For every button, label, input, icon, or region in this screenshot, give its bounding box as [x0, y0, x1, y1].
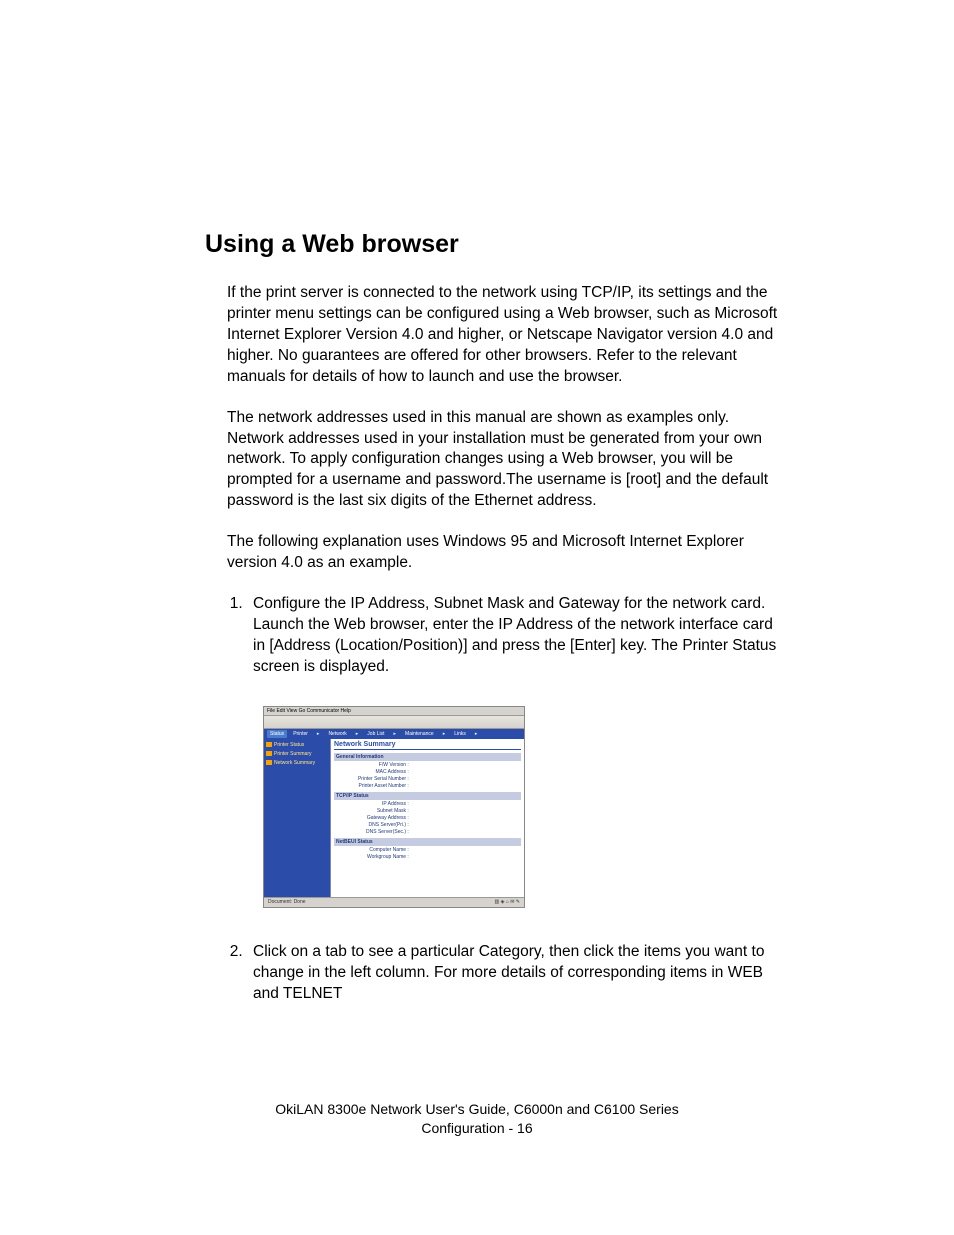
page-heading: Using a Web browser [205, 230, 786, 259]
screenshot-main: Network Summary General Information F/W … [330, 739, 524, 904]
screenshot-tab-joblist: Job List [364, 730, 387, 738]
paragraph: The following explanation uses Windows 9… [227, 532, 786, 574]
ordered-steps-continued: Click on a tab to see a particular Categ… [247, 942, 786, 1005]
kv-row: MAC Address : [334, 769, 521, 775]
chevron-right-icon: ▸ [472, 730, 481, 738]
sidebar-label: Printer Status [274, 742, 304, 748]
step-item: Click on a tab to see a particular Categ… [247, 942, 786, 1005]
kv-row: F/W Version : [334, 762, 521, 768]
screenshot-sidebar: Printer Status Printer Summary Network S… [264, 739, 330, 904]
statusbar-text: Document: Done [268, 899, 306, 905]
sidebar-item: Printer Status [266, 742, 328, 748]
sidebar-item: Network Summary [266, 760, 328, 766]
footer-line-2: Configuration - 16 [0, 1119, 954, 1139]
section-label: NetBEUI Status [334, 838, 521, 846]
folder-icon [266, 760, 272, 765]
kv-row: Printer Serial Number : [334, 776, 521, 782]
folder-icon [266, 751, 272, 756]
statusbar-icons: ▥ ◈ ⌂ ✉ ✎ [494, 899, 520, 905]
step-item: Configure the IP Address, Subnet Mask an… [247, 594, 786, 678]
kv-row: Workgroup Name : [334, 854, 521, 860]
body-text-block: If the print server is connected to the … [227, 283, 786, 574]
screenshot-toolbar [264, 716, 524, 729]
screenshot-tab-printer: Printer [290, 730, 311, 738]
screenshot-tab-maintenance: Maintenance [402, 730, 437, 738]
screenshot-menubar: File Edit View Go Communicator Help [264, 707, 524, 716]
kv-row: DNS Server(Sec.) : [334, 829, 521, 835]
embedded-screenshot: File Edit View Go Communicator Help Stat… [263, 706, 525, 908]
screenshot-statusbar: Document: Done ▥ ◈ ⌂ ✉ ✎ [264, 897, 524, 907]
kv-row: Computer Name : [334, 847, 521, 853]
chevron-right-icon: ▸ [440, 730, 449, 738]
kv-row: Gateway Address : [334, 815, 521, 821]
paragraph: If the print server is connected to the … [227, 283, 786, 388]
page-footer: OkiLAN 8300e Network User's Guide, C6000… [0, 1100, 954, 1139]
paragraph: The network addresses used in this manua… [227, 408, 786, 513]
footer-line-1: OkiLAN 8300e Network User's Guide, C6000… [0, 1100, 954, 1120]
kv-row: IP Address : [334, 801, 521, 807]
screenshot-tab-links: Links [451, 730, 469, 738]
screenshot-tab-network: Network [325, 730, 349, 738]
screenshot-tab-status: Status [267, 730, 287, 738]
kv-row: DNS Server(Pri.) : [334, 822, 521, 828]
ordered-steps: Configure the IP Address, Subnet Mask an… [247, 594, 786, 678]
kv-row: Subnet Mask : [334, 808, 521, 814]
folder-icon [266, 742, 272, 747]
document-page: Using a Web browser If the print server … [0, 0, 954, 1235]
screenshot-tabbar: Status Printer▸ Network▸ Job List▸ Maint… [264, 729, 524, 739]
screenshot-main-heading: Network Summary [334, 741, 521, 750]
section-label: TCP/IP Status [334, 792, 521, 800]
chevron-right-icon: ▸ [391, 730, 400, 738]
sidebar-label: Printer Summary [274, 751, 312, 757]
sidebar-label: Network Summary [274, 760, 315, 766]
kv-row: Printer Asset Number : [334, 783, 521, 789]
chevron-right-icon: ▸ [314, 730, 323, 738]
chevron-right-icon: ▸ [353, 730, 362, 738]
sidebar-item: Printer Summary [266, 751, 328, 757]
section-label: General Information [334, 753, 521, 761]
